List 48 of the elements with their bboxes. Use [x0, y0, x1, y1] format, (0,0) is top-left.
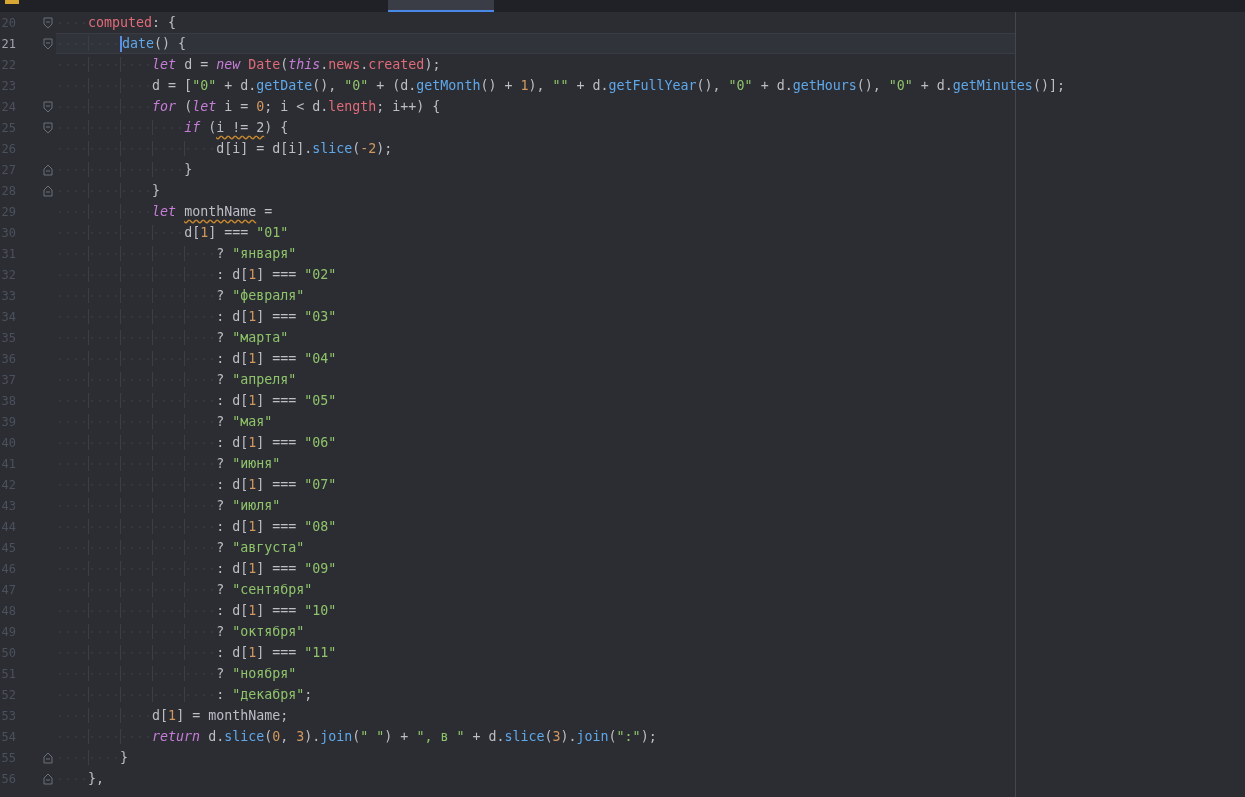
code-line: ? "октября" [56, 621, 1015, 642]
fold-marker-icon[interactable] [43, 751, 53, 764]
fold-marker-icon[interactable] [43, 184, 53, 197]
fold-marker-icon[interactable] [43, 163, 53, 176]
code-line: ? "февраля" [56, 285, 1015, 306]
code-line: ? "июня" [56, 453, 1015, 474]
editor-tab[interactable] [388, 0, 494, 12]
code-line: d[i] = d[i].slice(-2); [56, 138, 1015, 159]
code-line: : d[1] === "06" [56, 432, 1015, 453]
code-line: } [56, 180, 1015, 201]
code-line: : d[1] === "02" [56, 264, 1015, 285]
code-line: : d[1] === "07" [56, 474, 1015, 495]
text-cursor [120, 36, 123, 52]
code-line: : d[1] === "04" [56, 348, 1015, 369]
code-line: ? "ноября" [56, 663, 1015, 684]
code-line: computed: { [56, 12, 1015, 33]
code-line: if (i != 2) { [56, 117, 1015, 138]
code-line: : d[1] === "03" [56, 306, 1015, 327]
code-line: } [56, 747, 1015, 768]
code-line: ? "марта" [56, 327, 1015, 348]
code-line: : d[1] === "09" [56, 558, 1015, 579]
fold-marker-icon[interactable] [43, 37, 53, 50]
code-line: : "декабря"; [56, 684, 1015, 705]
code-line: : d[1] === "08" [56, 516, 1015, 537]
code-line: ? "августа" [56, 537, 1015, 558]
file-icon [5, 0, 19, 4]
code-line: d[1] = monthName; [56, 705, 1015, 726]
code-line: } [56, 159, 1015, 180]
code-line: let d = new Date(this.news.created); [56, 54, 1015, 75]
code-line: : d[1] === "05" [56, 390, 1015, 411]
code-line: : d[1] === "10" [56, 600, 1015, 621]
code-line: d[1] === "01" [56, 222, 1015, 243]
fold-marker-icon[interactable] [43, 16, 53, 29]
code-line: ? "апреля" [56, 369, 1015, 390]
fold-marker-icon[interactable] [43, 772, 53, 785]
code-line: ? "июля" [56, 495, 1015, 516]
line-number: 21 [0, 36, 16, 51]
fold-marker-icon[interactable] [43, 100, 53, 113]
code-line: }, [56, 768, 1015, 789]
code-line: : d[1] === "11" [56, 642, 1015, 663]
code-line: ? "сентября" [56, 579, 1015, 600]
code-line: return d.slice(0, 3).join(" ") + ", в " + d.slice(3).join(":"); [56, 726, 1015, 747]
code-line: ? "мая" [56, 411, 1015, 432]
code-line: ? "января" [56, 243, 1015, 264]
code-line: for (let i = 0; i < d.length; i++) { [56, 96, 1015, 117]
code-line: d = ["0" + d.getDate(), "0" + (d.getMonth() + 1), "" + d.getFullYear(), "0" + d.getHours(), "0" + d.getMinutes()]; [56, 75, 1065, 96]
code-line: let monthName = [56, 201, 1015, 222]
fold-marker-icon[interactable] [43, 121, 53, 134]
